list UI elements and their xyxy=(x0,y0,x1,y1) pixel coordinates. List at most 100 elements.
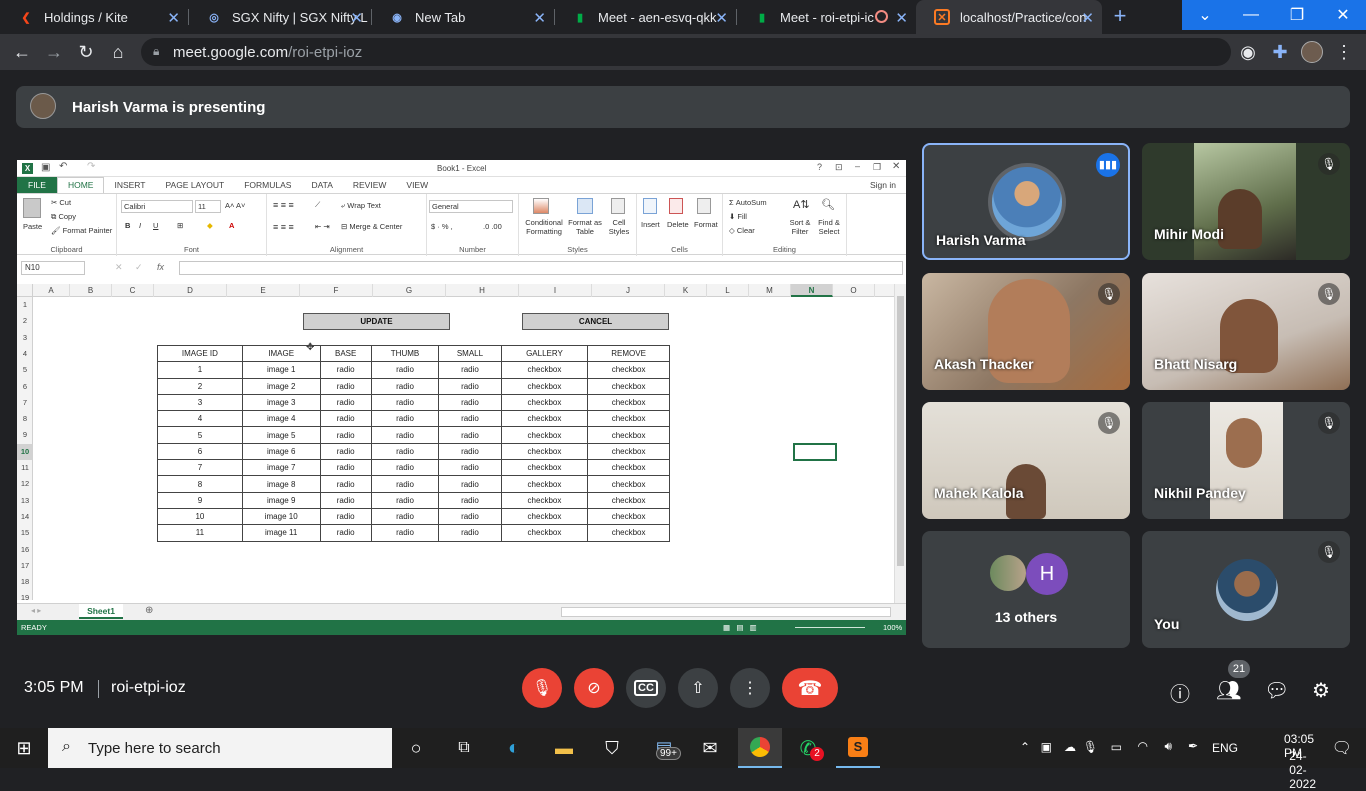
italic-button[interactable]: I xyxy=(139,221,141,230)
table-cell[interactable]: 6 xyxy=(157,442,243,461)
cell-styles-button[interactable]: Cell Styles xyxy=(605,218,633,236)
column-header[interactable]: M xyxy=(749,284,791,297)
undo-icon[interactable]: ↶ xyxy=(59,161,67,172)
task-view-icon[interactable]: ⧉ xyxy=(452,736,476,760)
close-icon[interactable]: ✕ xyxy=(715,9,728,27)
table-cell[interactable]: radio xyxy=(319,507,372,526)
file-explorer-icon[interactable]: ▬ xyxy=(552,736,576,760)
table-cell[interactable]: radio xyxy=(319,393,372,412)
row-header[interactable]: 6 xyxy=(17,379,33,395)
table-cell[interactable]: checkbox xyxy=(500,410,589,428)
table-cell[interactable]: image 5 xyxy=(241,426,321,444)
insert-function-button[interactable]: fx xyxy=(157,262,164,272)
participant-tile-mahek[interactable]: 🎙︎ Mahek Kalola xyxy=(922,402,1130,519)
table-cell[interactable]: image 3 xyxy=(241,393,321,412)
table-cell[interactable]: image 6 xyxy=(241,442,321,461)
row-header[interactable]: 12 xyxy=(17,476,33,492)
participant-tile-others[interactable]: H 13 others xyxy=(922,531,1130,648)
participant-tile-harish[interactable]: ▮▮▮ Harish Varma xyxy=(922,143,1130,260)
tab-meet-aen[interactable]: ▮ Meet - aen-esvq-qkk ✕ xyxy=(554,0,736,34)
select-all-corner[interactable] xyxy=(17,284,33,297)
close-icon[interactable]: ✕ xyxy=(1081,9,1094,27)
table-cell[interactable]: radio xyxy=(370,459,440,477)
table-cell[interactable]: 1 xyxy=(157,361,243,379)
table-cell[interactable]: radio xyxy=(438,475,502,493)
participant-tile-mihir[interactable]: 🎙︎ Mihir Modi xyxy=(1142,143,1350,260)
participant-tile-akash[interactable]: 🎙︎ Akash Thacker xyxy=(922,273,1130,390)
zoom-slider[interactable] xyxy=(795,627,865,628)
row-header[interactable]: 9 xyxy=(17,427,33,443)
column-header[interactable]: K xyxy=(665,284,707,297)
meet-tray-icon[interactable]: ▣ xyxy=(1041,740,1052,754)
row-header[interactable]: 8 xyxy=(17,411,33,427)
table-cell[interactable]: radio xyxy=(319,442,372,461)
back-icon[interactable]: ← xyxy=(10,40,34,64)
table-cell[interactable]: image 8 xyxy=(241,475,321,493)
table-cell[interactable]: radio xyxy=(370,426,440,444)
table-cell[interactable]: 5 xyxy=(157,426,243,444)
view-buttons-icon[interactable]: ▦ ▤ ▥ xyxy=(723,620,757,635)
merge-center-button[interactable]: ⊟ Merge & Center xyxy=(341,222,402,231)
underline-button[interactable]: U xyxy=(153,221,158,230)
sublime-taskbar-button[interactable]: S xyxy=(836,728,880,768)
zoom-level[interactable]: 100% xyxy=(883,620,902,635)
tab-sgx-nifty[interactable]: ◎ SGX Nifty | SGX Nifty L ✕ xyxy=(188,0,371,34)
restore-button[interactable]: ❐ xyxy=(1274,0,1320,30)
row-header[interactable]: 14 xyxy=(17,509,33,525)
font-name-select[interactable]: Calibri xyxy=(121,200,193,213)
store-icon[interactable]: ⛉ xyxy=(600,736,624,760)
participant-tile-nikhil[interactable]: 🎙︎ Nikhil Pandey xyxy=(1142,402,1350,519)
pen-icon[interactable]: ✒ xyxy=(1188,739,1198,753)
insert-cells-button[interactable]: Insert xyxy=(641,220,660,229)
minimize-button[interactable]: — xyxy=(1228,0,1274,30)
align-left-icon[interactable]: ≡ ≡ ≡ xyxy=(273,222,294,232)
tab-file[interactable]: FILE xyxy=(17,177,57,193)
table-cell[interactable]: checkbox xyxy=(587,442,670,461)
align-top-icon[interactable]: ≡ ≡ ≡ xyxy=(273,200,294,210)
row-header[interactable]: 1 xyxy=(17,297,33,313)
table-cell[interactable]: radio xyxy=(319,361,372,379)
sign-in-link[interactable]: Sign in xyxy=(860,180,906,190)
table-cell[interactable]: radio xyxy=(370,491,440,509)
table-cell[interactable]: checkbox xyxy=(587,491,670,509)
copy-button[interactable]: ⧉ Copy xyxy=(51,212,76,222)
table-cell[interactable]: radio xyxy=(370,442,440,461)
minimize-icon[interactable]: – xyxy=(855,161,860,171)
table-cell[interactable]: radio xyxy=(438,442,502,461)
column-header[interactable]: I xyxy=(519,284,592,297)
worksheet-grid[interactable]: UPDATE CANCEL ✥ IMAGE ID IMAGE BASE THUMB SM… xyxy=(33,297,899,600)
puzzle-icon[interactable]: ✚ xyxy=(1268,40,1292,64)
column-header[interactable]: B xyxy=(70,284,112,297)
sheet-tab[interactable]: Sheet1 xyxy=(79,604,123,619)
table-cell[interactable]: 2 xyxy=(157,377,243,395)
table-cell[interactable]: radio xyxy=(370,361,440,379)
table-cell[interactable]: checkbox xyxy=(500,507,589,526)
currency-icon[interactable]: $ · % , xyxy=(431,222,453,231)
table-cell[interactable]: 7 xyxy=(157,459,243,477)
table-cell[interactable]: checkbox xyxy=(587,361,670,379)
reload-icon[interactable]: ↻ xyxy=(74,40,98,64)
table-cell[interactable]: radio xyxy=(438,507,502,526)
find-select-button[interactable]: Find & Select xyxy=(815,218,843,236)
participant-tile-bhatt[interactable]: 🎙︎ Bhatt Nisarg xyxy=(1142,273,1350,390)
row-header[interactable]: 5 xyxy=(17,362,33,378)
row-header[interactable]: 16 xyxy=(17,542,33,558)
table-cell[interactable]: radio xyxy=(438,524,502,542)
table-cell[interactable]: radio xyxy=(438,491,502,509)
mail-icon[interactable]: ✉ xyxy=(698,736,722,760)
table-cell[interactable]: checkbox xyxy=(500,524,589,542)
column-header[interactable]: N xyxy=(791,284,833,297)
table-cell[interactable]: radio xyxy=(319,459,372,477)
tab-review[interactable]: REVIEW xyxy=(343,180,397,190)
table-cell[interactable]: radio xyxy=(438,393,502,412)
tab-page-layout[interactable]: PAGE LAYOUT xyxy=(155,180,234,190)
row-header[interactable]: 2 xyxy=(17,313,33,329)
row-header[interactable]: 13 xyxy=(17,493,33,509)
table-cell[interactable]: checkbox xyxy=(500,475,589,493)
windows-start-icon[interactable]: ⊞ xyxy=(12,736,36,760)
table-cell[interactable]: checkbox xyxy=(587,410,670,428)
window-close-button[interactable]: ✕ xyxy=(1320,0,1366,30)
table-cell[interactable]: radio xyxy=(370,475,440,493)
camera-toggle-button[interactable]: ⊘ xyxy=(574,668,614,708)
row-header[interactable]: 18 xyxy=(17,574,33,590)
